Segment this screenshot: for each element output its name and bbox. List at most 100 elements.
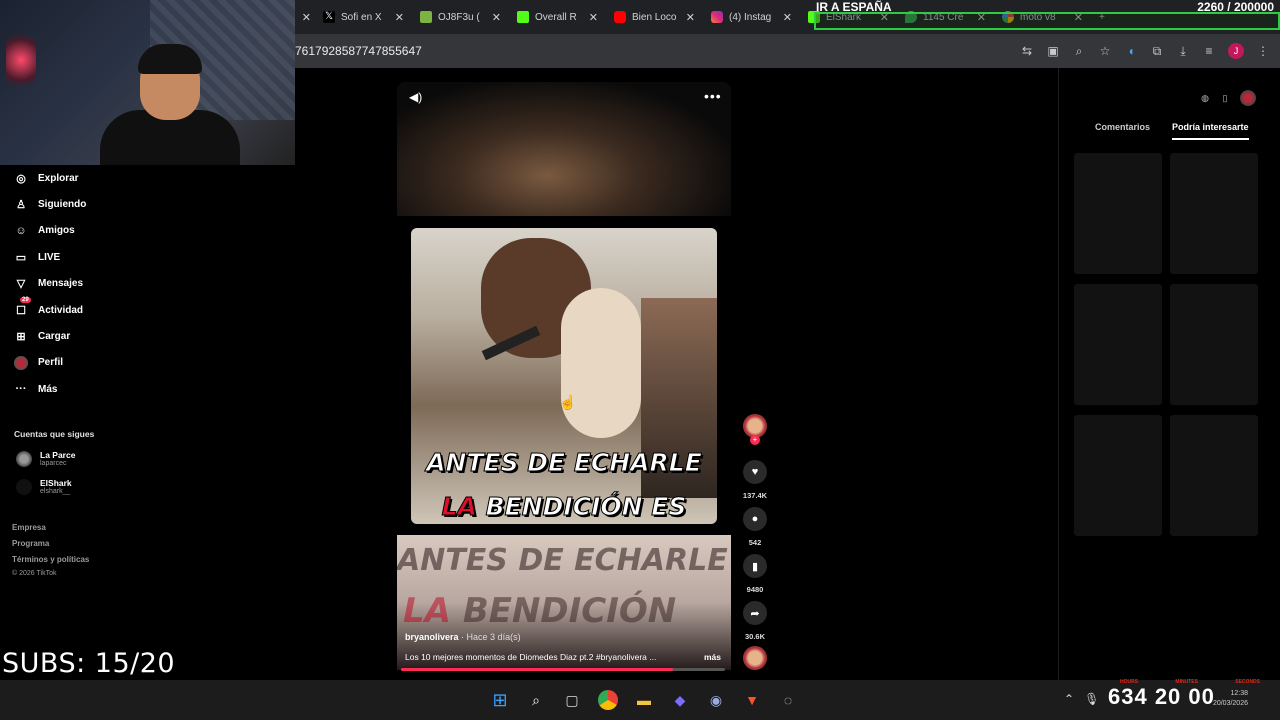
close-icon[interactable]: ✕	[686, 11, 695, 24]
user-follow-icon: ♙	[16, 199, 26, 212]
menu-icon[interactable]: ⋮	[1256, 44, 1270, 58]
more-options-icon[interactable]: •••	[704, 88, 722, 104]
cast-icon[interactable]: ▣	[1046, 44, 1060, 58]
sidebar-item-actividad[interactable]: ☐ 29 Actividad	[0, 297, 150, 323]
tab-5[interactable]: (4) Instag ✕	[703, 0, 800, 34]
clock-time: 12:38	[1230, 690, 1248, 697]
following-item-elshark[interactable]: ElShark elshark__	[16, 478, 72, 495]
sidebar-item-cargar[interactable]: ⊞ Cargar	[0, 323, 150, 349]
recommendation-placeholder[interactable]	[1170, 415, 1258, 536]
sidebar-item-mas[interactable]: ··· Más	[0, 376, 150, 402]
steam-icon[interactable]: ◉	[704, 688, 728, 712]
sidebar-item-amigos[interactable]: ☺ Amigos	[0, 218, 150, 244]
device-icon[interactable]: ▯	[1220, 93, 1230, 103]
sidebar-item-explorar[interactable]: ◎ Explorar	[0, 165, 150, 191]
video-progress-bar[interactable]	[401, 668, 725, 671]
tab-2[interactable]: OJ8F3u (✕	[412, 0, 509, 34]
video-author[interactable]: bryanolivera · Hace 3 día(s)	[405, 632, 521, 642]
goal-bar	[814, 12, 1280, 30]
microphone-icon[interactable]: 🎙	[1084, 692, 1099, 706]
sidebar-item-perfil[interactable]: Perfil	[0, 350, 150, 376]
footer-link-programa[interactable]: Programa	[12, 539, 49, 548]
app-diamond-icon[interactable]: ◆	[668, 688, 692, 712]
coins-icon[interactable]: ◍	[1200, 93, 1210, 103]
recommendation-placeholder[interactable]	[1170, 153, 1258, 274]
profile-avatar[interactable]: J	[1228, 43, 1244, 59]
following-item-la-parce[interactable]: La Parce laparcec	[16, 450, 75, 467]
right-panel-tabs: Comentarios Podría interesarte	[1095, 122, 1249, 140]
zoom-icon[interactable]: ⌕	[1072, 44, 1086, 58]
extensions-icon[interactable]: ⧉	[1150, 44, 1164, 58]
url-field[interactable]: 7617928587747855647	[295, 44, 422, 58]
video-description: Los 10 mejores momentos de Diomedes Diaz…	[405, 652, 657, 662]
sidebar-item-mensajes[interactable]: ▽ Mensajes	[0, 271, 150, 297]
sidebar-item-live[interactable]: ▭ LIVE	[0, 244, 150, 270]
close-icon[interactable]: ✕	[783, 11, 792, 24]
system-clock[interactable]: 12:38 20/03/2026	[1196, 689, 1248, 709]
sidebar-item-label: Cargar	[38, 331, 71, 343]
avatar[interactable]	[1240, 90, 1256, 106]
tab-1[interactable]: 𝕏 Sofi en X ✕	[315, 0, 412, 34]
recommendation-placeholder[interactable]	[1074, 153, 1162, 274]
sidebar-item-label: Explorar	[38, 172, 79, 184]
mouse-cursor-icon: ☝	[559, 394, 577, 410]
streamer-hair	[138, 44, 202, 74]
right-panel: ◍ ▯ Comentarios Podría interesarte	[1058, 68, 1280, 680]
close-icon[interactable]: ✕	[492, 11, 501, 24]
more-icon: ···	[15, 383, 27, 396]
tab-comentarios[interactable]: Comentarios	[1095, 122, 1150, 140]
sound-disc-avatar[interactable]	[743, 646, 767, 670]
recommendation-placeholder[interactable]	[1074, 415, 1162, 536]
like-button[interactable]: ♥	[743, 460, 767, 484]
subs-overlay: SUBS: 15/20	[2, 648, 176, 679]
next-video[interactable]: ANTES DE ECHARLE LA BENDICIÓN bryanolive…	[397, 535, 731, 670]
close-icon[interactable]: ✕	[395, 11, 404, 24]
obs-icon[interactable]: ◌	[776, 688, 800, 712]
file-explorer-icon[interactable]: ▬	[632, 688, 656, 712]
windows-start-icon[interactable]: ⊞	[488, 688, 512, 712]
tab-0[interactable]: ✕	[295, 0, 315, 34]
video-player[interactable]: ANTES DE ECHARLE LA BENDICIÓN ES	[411, 228, 717, 524]
tab-podria-interesarte[interactable]: Podría interesarte	[1172, 122, 1249, 140]
comment-button[interactable]: ●	[743, 507, 767, 531]
recommendation-placeholder[interactable]	[1170, 284, 1258, 405]
upload-icon: ⊞	[16, 331, 26, 344]
comment-icon: ●	[751, 513, 759, 525]
chevron-up-icon[interactable]: ⌃	[1064, 692, 1074, 706]
extension-audio-icon[interactable]: ◖	[1124, 44, 1138, 58]
close-icon[interactable]: ✕	[589, 11, 598, 24]
share-button[interactable]: ➦	[743, 601, 767, 625]
bookmark-star-icon[interactable]: ☆	[1098, 44, 1112, 58]
brave-icon[interactable]: ▼	[740, 688, 764, 712]
sidebar-nav: ◎ Explorar ♙ Siguiendo ☺ Amigos ▭ LIVE ▽ Mens…	[0, 165, 150, 403]
download-icon[interactable]: ⤓	[1176, 44, 1190, 58]
media-control-icon[interactable]: ≡	[1202, 44, 1216, 58]
video-time: · Hace 3 día(s)	[461, 632, 521, 642]
previous-video[interactable]	[397, 82, 731, 216]
more-link[interactable]: más	[704, 652, 721, 662]
activity-badge: 29	[20, 297, 31, 304]
save-button[interactable]: ▮	[743, 554, 767, 578]
volume-icon[interactable]: ◀)	[409, 90, 422, 104]
compass-icon: ◎	[16, 172, 26, 185]
translate-icon[interactable]: ⇆	[1020, 44, 1034, 58]
footer-link-empresa[interactable]: Empresa	[12, 523, 46, 532]
author-name[interactable]: bryanolivera	[405, 632, 459, 642]
sidebar-item-label: Amigos	[38, 225, 75, 237]
chrome-icon[interactable]	[598, 690, 618, 710]
footer-link-terminos[interactable]: Términos y políticas	[12, 555, 89, 564]
search-icon[interactable]: ⌕	[524, 688, 548, 712]
task-view-icon[interactable]: ▢	[560, 688, 584, 712]
caption-text: BENDICIÓN	[462, 591, 677, 631]
recommendation-placeholder[interactable]	[1074, 284, 1162, 405]
friends-icon: ☺	[15, 224, 27, 237]
close-icon[interactable]: ✕	[302, 11, 311, 24]
sidebar-item-siguiendo[interactable]: ♙ Siguiendo	[0, 191, 150, 217]
follow-plus-icon[interactable]: +	[750, 435, 760, 445]
youtube-icon	[614, 11, 626, 23]
tab-4[interactable]: Bien Loco ✕	[606, 0, 703, 34]
right-panel-icons: ◍ ▯	[1200, 90, 1256, 106]
caption-red-word: LA	[403, 591, 451, 631]
tab-3[interactable]: Overall R ✕	[509, 0, 606, 34]
share-count: 30.6K	[744, 632, 765, 641]
